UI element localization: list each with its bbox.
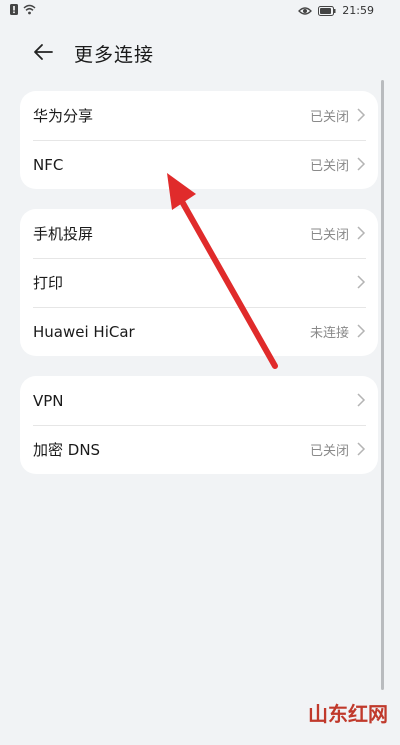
header: 更多连接 [0, 30, 400, 74]
chevron-right-icon [357, 226, 366, 240]
chevron-right-icon [357, 108, 366, 122]
row-print[interactable]: 打印 [20, 258, 378, 307]
row-nfc[interactable]: NFC 已关闭 [20, 140, 378, 189]
eye-icon [298, 6, 313, 15]
settings-card-2: 手机投屏 已关闭 打印 Huawei HiCar 未连接 [20, 209, 378, 356]
status-left [10, 4, 36, 15]
row-value: 已关闭 [309, 110, 349, 125]
chevron-right-icon [357, 275, 366, 289]
row-value: 已关闭 [309, 444, 349, 459]
status-right: 21:59 [298, 4, 374, 17]
row-vpn[interactable]: VPN [20, 376, 378, 425]
row-screen-projection[interactable]: 手机投屏 已关闭 [20, 209, 378, 258]
row-huawei-hicar[interactable]: Huawei HiCar 未连接 [20, 307, 378, 356]
row-label: NFC [33, 155, 64, 174]
wifi-icon [23, 4, 36, 15]
chevron-right-icon [357, 393, 366, 407]
alert-icon [10, 4, 18, 15]
row-label: Huawei HiCar [33, 322, 135, 341]
settings-card-1: 华为分享 已关闭 NFC 已关闭 [20, 91, 378, 189]
row-label: 华为分享 [33, 107, 94, 125]
row-label: VPN [33, 391, 64, 410]
row-value: 未连接 [309, 326, 349, 341]
back-button[interactable] [30, 38, 58, 66]
page-title: 更多连接 [74, 44, 155, 66]
row-label: 打印 [33, 274, 64, 292]
watermark-text: 山东红网 [308, 702, 388, 726]
row-label: 加密 DNS [33, 441, 101, 459]
status-time: 21:59 [342, 4, 374, 17]
row-value: 已关闭 [309, 228, 349, 243]
row-value: 已关闭 [309, 159, 349, 174]
row-encrypted-dns[interactable]: 加密 DNS 已关闭 [20, 425, 378, 474]
chevron-right-icon [357, 324, 366, 338]
settings-card-3: VPN 加密 DNS 已关闭 [20, 376, 378, 474]
battery-icon [318, 5, 336, 16]
status-bar: 21:59 [0, 0, 400, 22]
back-arrow-icon [34, 44, 53, 60]
chevron-right-icon [357, 442, 366, 456]
row-huawei-share[interactable]: 华为分享 已关闭 [20, 91, 378, 140]
row-label: 手机投屏 [33, 225, 94, 243]
chevron-right-icon [357, 157, 366, 171]
scrollbar[interactable] [381, 80, 384, 690]
